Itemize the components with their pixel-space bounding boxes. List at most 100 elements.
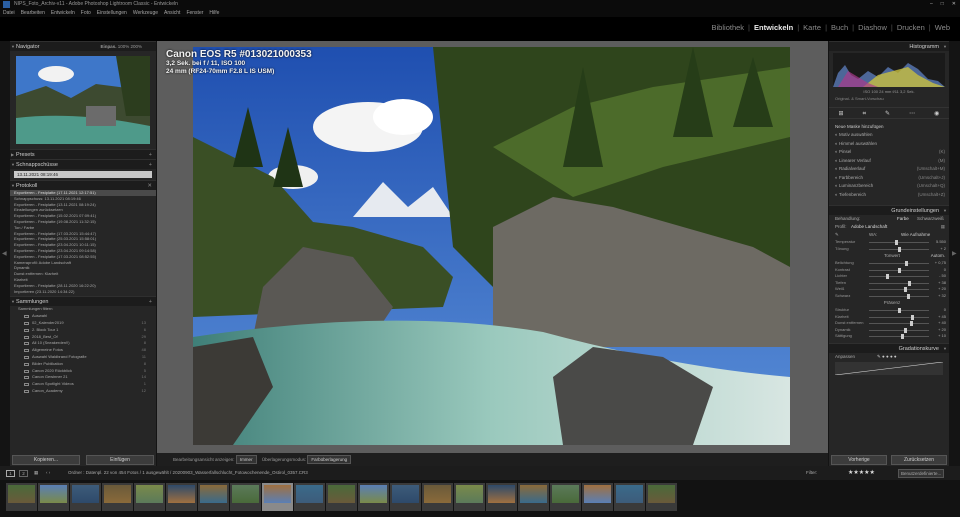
history-header[interactable]: ▼ Protokoll ✕ [10, 180, 156, 190]
monitor2-button[interactable]: 2 [19, 470, 28, 477]
filmstrip-thumbnail[interactable] [38, 483, 69, 511]
filmstrip-thumbnail[interactable] [6, 483, 37, 511]
collection-item[interactable]: Canon Gewinner 21 14 [10, 374, 156, 381]
contrast-slider-knob[interactable] [897, 267, 901, 273]
tone-curve-channel-icons[interactable]: ✎ ● ● ● ● [877, 353, 897, 361]
filmstrip-thumbnail[interactable] [582, 483, 613, 511]
filmstrip-thumbnail[interactable] [518, 483, 549, 511]
module-diashow[interactable]: Diashow [858, 23, 887, 32]
module-entwickeln[interactable]: Entwickeln [754, 23, 793, 32]
menu-datei[interactable]: Datei [3, 9, 15, 17]
module-drucken[interactable]: Drucken [897, 23, 925, 32]
whites-slider-knob[interactable] [903, 287, 907, 292]
tone-curve-header[interactable]: Gradationskurve ▼ [829, 342, 949, 353]
paste-settings-button[interactable]: Einfügen [86, 455, 154, 465]
collection-item[interactable]: 02_Kalender2019 13 [10, 320, 156, 327]
nav-back-icon[interactable]: ‹ › [46, 466, 50, 480]
filmstrip-thumbnail[interactable] [422, 483, 453, 511]
monitor1-button[interactable]: 1 [6, 470, 15, 477]
tone-curve-graph[interactable] [835, 361, 943, 375]
snapshot-item[interactable]: 13.11.2021 08:19:46 [14, 171, 152, 178]
menu-foto[interactable]: Foto [81, 9, 91, 17]
filmstrip-thumbnail[interactable] [230, 483, 261, 511]
menu-entwickeln[interactable]: Entwickeln [51, 9, 75, 17]
menu-werkzeuge[interactable]: Werkzeuge [133, 9, 158, 17]
collection-item[interactable]: 2018_Best_Of 29 [10, 334, 156, 341]
filmstrip-thumbnail[interactable] [486, 483, 517, 511]
dehaze-slider-knob[interactable] [909, 321, 913, 326]
history-item[interactable]: Importieren (23.11.2020 14:34:22) [10, 289, 156, 295]
filmstrip-thumbnail[interactable] [390, 483, 421, 511]
filter-preset-select[interactable]: Benutzerdefinierte... [898, 469, 945, 478]
collections-header[interactable]: ▼ Sammlungen + [10, 296, 156, 307]
collection-item[interactable]: 2. Block Tour 1 6 [10, 327, 156, 334]
saturation-slider[interactable] [869, 334, 929, 339]
collection-item[interactable]: Canon 2020 Rückblick 5 [10, 368, 156, 375]
copy-settings-button[interactable]: Kopieren... [12, 455, 80, 465]
module-buch[interactable]: Buch [831, 23, 848, 32]
profile-browser-icon[interactable]: ▦ [941, 223, 945, 231]
left-panel-toggle-icon[interactable]: ◀ [2, 250, 7, 257]
spot-removal-tool-icon[interactable]: ⌗ [863, 108, 866, 118]
collection-item[interactable]: Bilder Publikation 8 [10, 361, 156, 368]
texture-slider-knob[interactable] [897, 308, 901, 313]
blacks-slider[interactable] [869, 293, 929, 299]
menu-einstellungen[interactable]: Einstellungen [97, 9, 127, 17]
menu-fenster[interactable]: Fenster [186, 9, 203, 17]
mask-option[interactable]: ◐ Radialverlauf (Umschalt+M) [829, 165, 949, 174]
show-edit-pins-select[interactable]: Immer [235, 455, 257, 464]
treatment-color-option[interactable]: Farbe [897, 215, 909, 223]
mask-option[interactable]: ◐ Farbbereich (Umschalt+J) [829, 174, 949, 183]
mask-option[interactable]: ◐ Motiv auswählen [829, 131, 949, 140]
clarity-slider-knob[interactable] [910, 314, 914, 320]
highlights-slider[interactable] [869, 274, 929, 279]
redeye-tool-icon[interactable]: ✎ [885, 108, 890, 118]
exposure-slider-knob[interactable] [904, 261, 908, 266]
filmstrip-thumbnail[interactable] [102, 483, 133, 511]
grid-view-icon[interactable]: ▦ [34, 466, 38, 480]
mask-option[interactable]: ◐ Tiefenbereich (Umschalt+Z) [829, 191, 949, 200]
profile-row[interactable]: Profil: Adobe Landschaft ▦ [829, 223, 949, 231]
mask-option[interactable]: ◐ Himmel auswählen [829, 140, 949, 149]
collection-item[interactable]: Canon Spotlight Videos 1 [10, 381, 156, 388]
saturation-slider-knob[interactable] [900, 334, 904, 339]
exposure-slider[interactable] [869, 261, 929, 266]
filmstrip-thumbnail[interactable] [262, 483, 293, 511]
module-karte[interactable]: Karte [803, 23, 821, 32]
filter-stars[interactable]: ★★★★★ [848, 466, 875, 480]
temp-slider[interactable] [869, 240, 929, 245]
reset-button[interactable]: Zurücksetzen [891, 455, 947, 465]
filmstrip-thumbnail[interactable] [358, 483, 389, 511]
vibrance-slider[interactable] [869, 327, 929, 333]
mask-option[interactable]: ◐ Luminanzbereich (Umschalt+Q) [829, 182, 949, 191]
clarity-slider[interactable] [869, 314, 929, 320]
collection-item[interactable]: All 10 (Sneakerden!!) 8 [10, 340, 156, 347]
wb-eyedropper-icon[interactable]: ✎ [835, 232, 839, 237]
saturation-value[interactable]: + 10 [938, 333, 946, 340]
wb-row[interactable]: ✎ WA: Wie Aufnahme [829, 231, 949, 239]
basic-header[interactable]: Grundeinstellungen ▼ [829, 205, 949, 215]
contrast-slider[interactable] [869, 267, 929, 273]
main-photo[interactable] [193, 47, 790, 445]
blacks-slider-knob[interactable] [907, 293, 911, 299]
shadows-slider-knob[interactable] [908, 280, 912, 286]
menu-bearbeiten[interactable]: Bearbeiten [21, 9, 45, 17]
whites-slider[interactable] [869, 287, 929, 292]
auto-tone-button[interactable]: Autom. [931, 252, 945, 260]
vibrance-slider-knob[interactable] [903, 327, 907, 333]
filmstrip-thumbnail[interactable] [614, 483, 645, 511]
collection-filter[interactable]: Sammlungen filtern [10, 306, 156, 313]
navigator-header[interactable]: ▼ Navigator Einpas. 100% 200% [10, 41, 156, 51]
right-panel-toggle-icon[interactable]: ▶ [952, 250, 957, 257]
overlay-mode-select[interactable]: Farbüberlagerung [307, 455, 352, 464]
module-bibliothek[interactable]: Bibliothek [712, 23, 745, 32]
mask-option[interactable]: ◐ Linearer Verlauf (M) [829, 157, 949, 166]
shadows-slider[interactable] [869, 280, 929, 286]
crop-tool-icon[interactable]: ⊞ [839, 108, 844, 118]
filmstrip-thumbnail[interactable] [294, 483, 325, 511]
menu-hilfe[interactable]: Hilfe [209, 9, 219, 17]
navigator-zoom-options[interactable]: Einpas. 100% 200% [100, 42, 142, 52]
treatment-bw-option[interactable]: Schwarzweiß [917, 215, 944, 223]
tint-slider-knob[interactable] [897, 246, 901, 252]
module-web[interactable]: Web [935, 23, 950, 32]
